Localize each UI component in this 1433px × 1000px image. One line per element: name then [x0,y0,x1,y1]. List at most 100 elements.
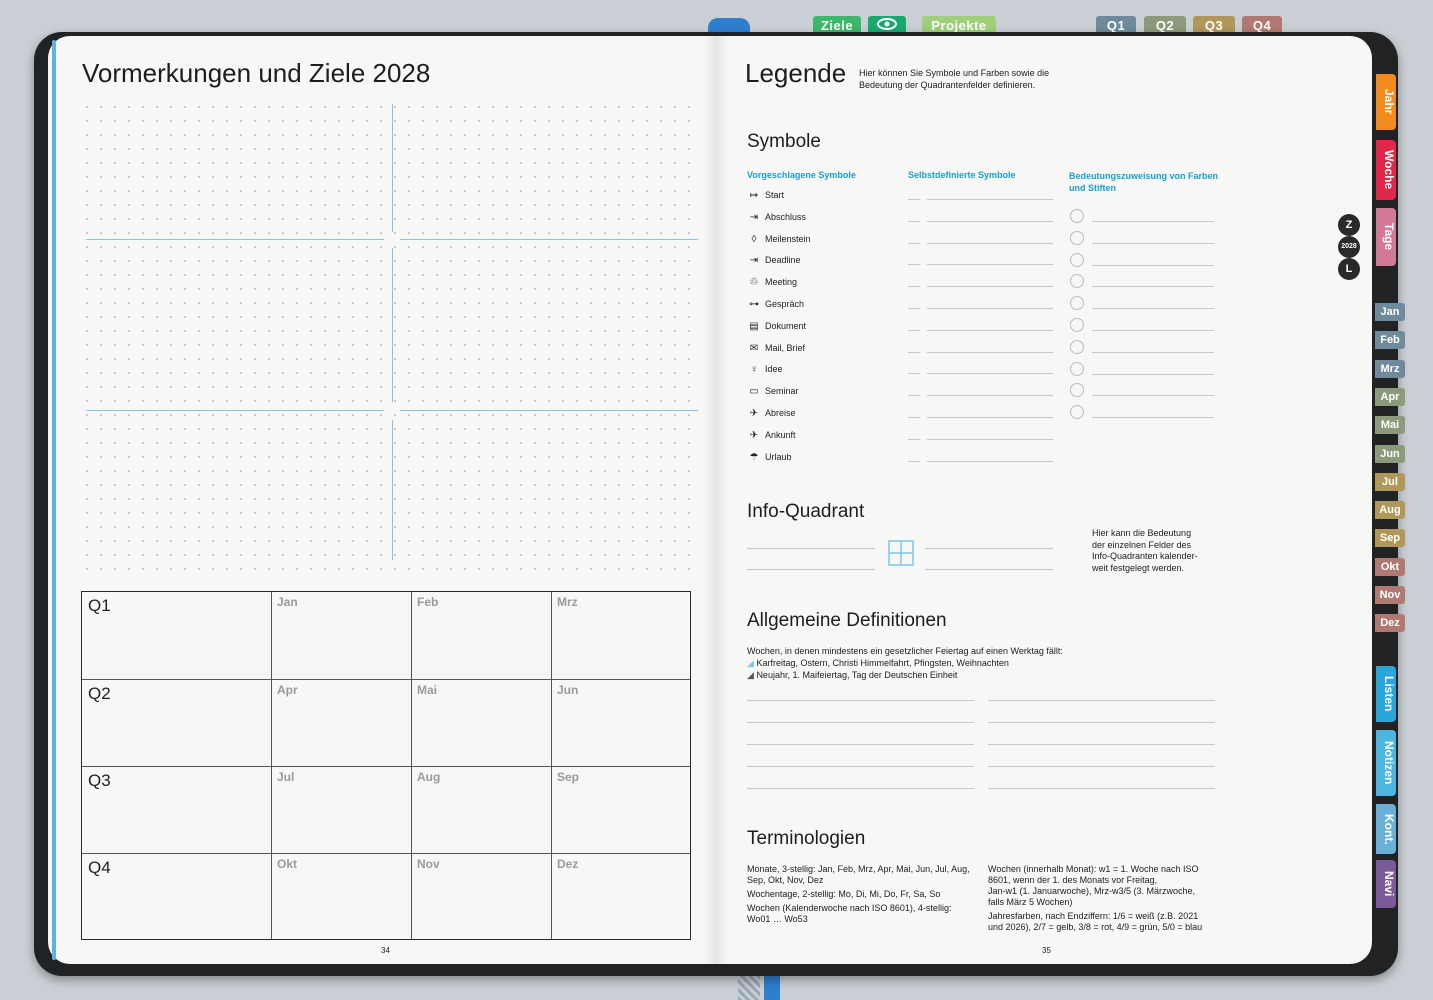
month-cell[interactable]: Apr [272,680,412,767]
custom-symbol-line[interactable] [927,199,1053,200]
tab-month-dez[interactable]: Dez [1375,614,1405,633]
page-number-right: 35 [1042,946,1051,955]
color-meaning-line[interactable] [1092,395,1214,397]
month-cell[interactable]: Sep [552,767,690,854]
quarter-cell[interactable]: Q2 [82,680,272,767]
definition-line[interactable] [988,744,1215,745]
symbol-row: ⇥ Abschluss [747,212,806,223]
custom-symbol-field[interactable] [908,373,920,375]
custom-symbol-field[interactable] [908,242,920,244]
month-cell[interactable]: Nov [412,854,552,939]
custom-symbol-field[interactable] [908,460,920,462]
info-line[interactable] [747,569,875,570]
month-cell[interactable]: Jan [272,592,412,680]
color-meaning-line[interactable] [1092,417,1214,419]
custom-symbol-line[interactable] [927,264,1053,266]
custom-symbol-field[interactable] [908,329,920,331]
tab-month-mai[interactable]: Mai [1375,416,1405,435]
definition-line[interactable] [988,788,1215,789]
color-swatch-circle[interactable] [1070,339,1084,354]
custom-symbol-field[interactable] [908,395,920,397]
year-badge[interactable]: 2028 [1338,236,1360,258]
month-cell[interactable]: Aug [412,767,552,854]
custom-symbol-line[interactable] [927,373,1053,375]
tab-month-mrz[interactable]: Mrz [1375,359,1405,378]
month-label: Nov [417,857,440,871]
custom-symbol-line[interactable] [927,286,1053,288]
month-cell[interactable]: Mai [412,680,552,767]
custom-symbol-line[interactable] [927,417,1053,418]
custom-symbol-line[interactable] [927,351,1053,353]
definition-line[interactable] [747,788,974,789]
tab-notizen[interactable]: Notizen [1376,730,1396,796]
custom-symbol-field[interactable] [908,308,920,309]
symbol-icon: ▭ [749,386,759,398]
custom-symbol-field[interactable] [908,220,920,222]
color-meaning-line[interactable] [1092,308,1214,310]
color-swatch-circle[interactable] [1070,361,1084,376]
quarter-cell[interactable]: Q4 [82,854,272,939]
tab-listen[interactable]: Listen [1376,666,1396,722]
month-cell[interactable]: Feb [412,592,552,680]
tab-month-okt[interactable]: Okt [1375,557,1405,576]
custom-symbol-line[interactable] [927,395,1053,397]
month-cell[interactable]: Okt [272,854,412,939]
definition-line[interactable] [747,700,974,701]
color-meaning-line[interactable] [1092,351,1214,353]
custom-symbol-line[interactable] [927,460,1053,462]
custom-symbol-field[interactable] [908,264,920,266]
color-swatch-circle[interactable] [1070,209,1084,223]
color-meaning-line[interactable] [1092,221,1214,222]
color-meaning-line[interactable] [1092,286,1214,288]
tab-navi[interactable]: Navi [1376,860,1396,908]
custom-symbol-line[interactable] [927,308,1053,309]
tab-month-aug[interactable]: Aug [1375,501,1405,520]
definition-line[interactable] [747,766,974,767]
custom-symbol-field[interactable] [908,438,920,440]
custom-symbol-line[interactable] [927,438,1053,440]
custom-symbol-line[interactable] [927,242,1053,244]
color-meaning-line[interactable] [1092,330,1214,331]
tab-month-jun[interactable]: Jun [1375,444,1405,463]
view-z-button[interactable]: Z [1338,214,1360,236]
tab-woche[interactable]: Woche [1376,140,1396,200]
tab-month-sep[interactable]: Sep [1375,529,1405,548]
month-cell[interactable]: Jul [272,767,412,854]
custom-symbol-field[interactable] [908,199,920,200]
definitions-intro: Wochen, in denen mindestens ein gesetzli… [747,646,1063,656]
dot-grid[interactable] [80,100,696,570]
view-l-button[interactable]: L [1338,258,1360,280]
month-cell[interactable]: Dez [552,854,690,939]
color-meaning-line[interactable] [1092,264,1214,266]
quarter-cell[interactable]: Q3 [82,767,272,854]
color-swatch-circle[interactable] [1070,230,1084,245]
tab-month-nov[interactable]: Nov [1375,586,1405,604]
info-line[interactable] [747,548,875,549]
tab-month-jan[interactable]: Jan [1375,303,1405,321]
custom-symbol-line[interactable] [927,329,1053,331]
definition-line[interactable] [988,766,1215,767]
custom-symbol-field[interactable] [908,286,920,288]
color-meaning-line[interactable] [1092,242,1214,244]
tab-tage[interactable]: Tage [1376,208,1396,266]
info-line[interactable] [925,569,1053,570]
tab-month-feb[interactable]: Feb [1375,331,1405,350]
definition-line[interactable] [988,722,1215,723]
month-cell[interactable]: Mrz [552,592,690,680]
custom-symbol-line[interactable] [927,220,1053,222]
tab-jahr[interactable]: Jahr [1376,74,1396,130]
tab-month-apr[interactable]: Apr [1375,387,1405,406]
custom-symbol-field[interactable] [908,351,920,353]
definition-line[interactable] [988,700,1215,701]
info-line[interactable] [925,548,1053,549]
color-meaning-line[interactable] [1092,373,1214,375]
quarter-cell[interactable]: Q1 [82,592,272,680]
color-swatch-circle[interactable] [1070,318,1084,332]
month-cell[interactable]: Jun [552,680,690,767]
tab-kontakte[interactable]: Kont. [1376,804,1396,854]
definition-line[interactable] [747,744,974,745]
tab-month-jul[interactable]: Jul [1375,472,1405,491]
custom-symbol-field[interactable] [908,417,920,418]
definition-line[interactable] [747,722,974,723]
color-swatch-circle[interactable] [1070,252,1084,267]
